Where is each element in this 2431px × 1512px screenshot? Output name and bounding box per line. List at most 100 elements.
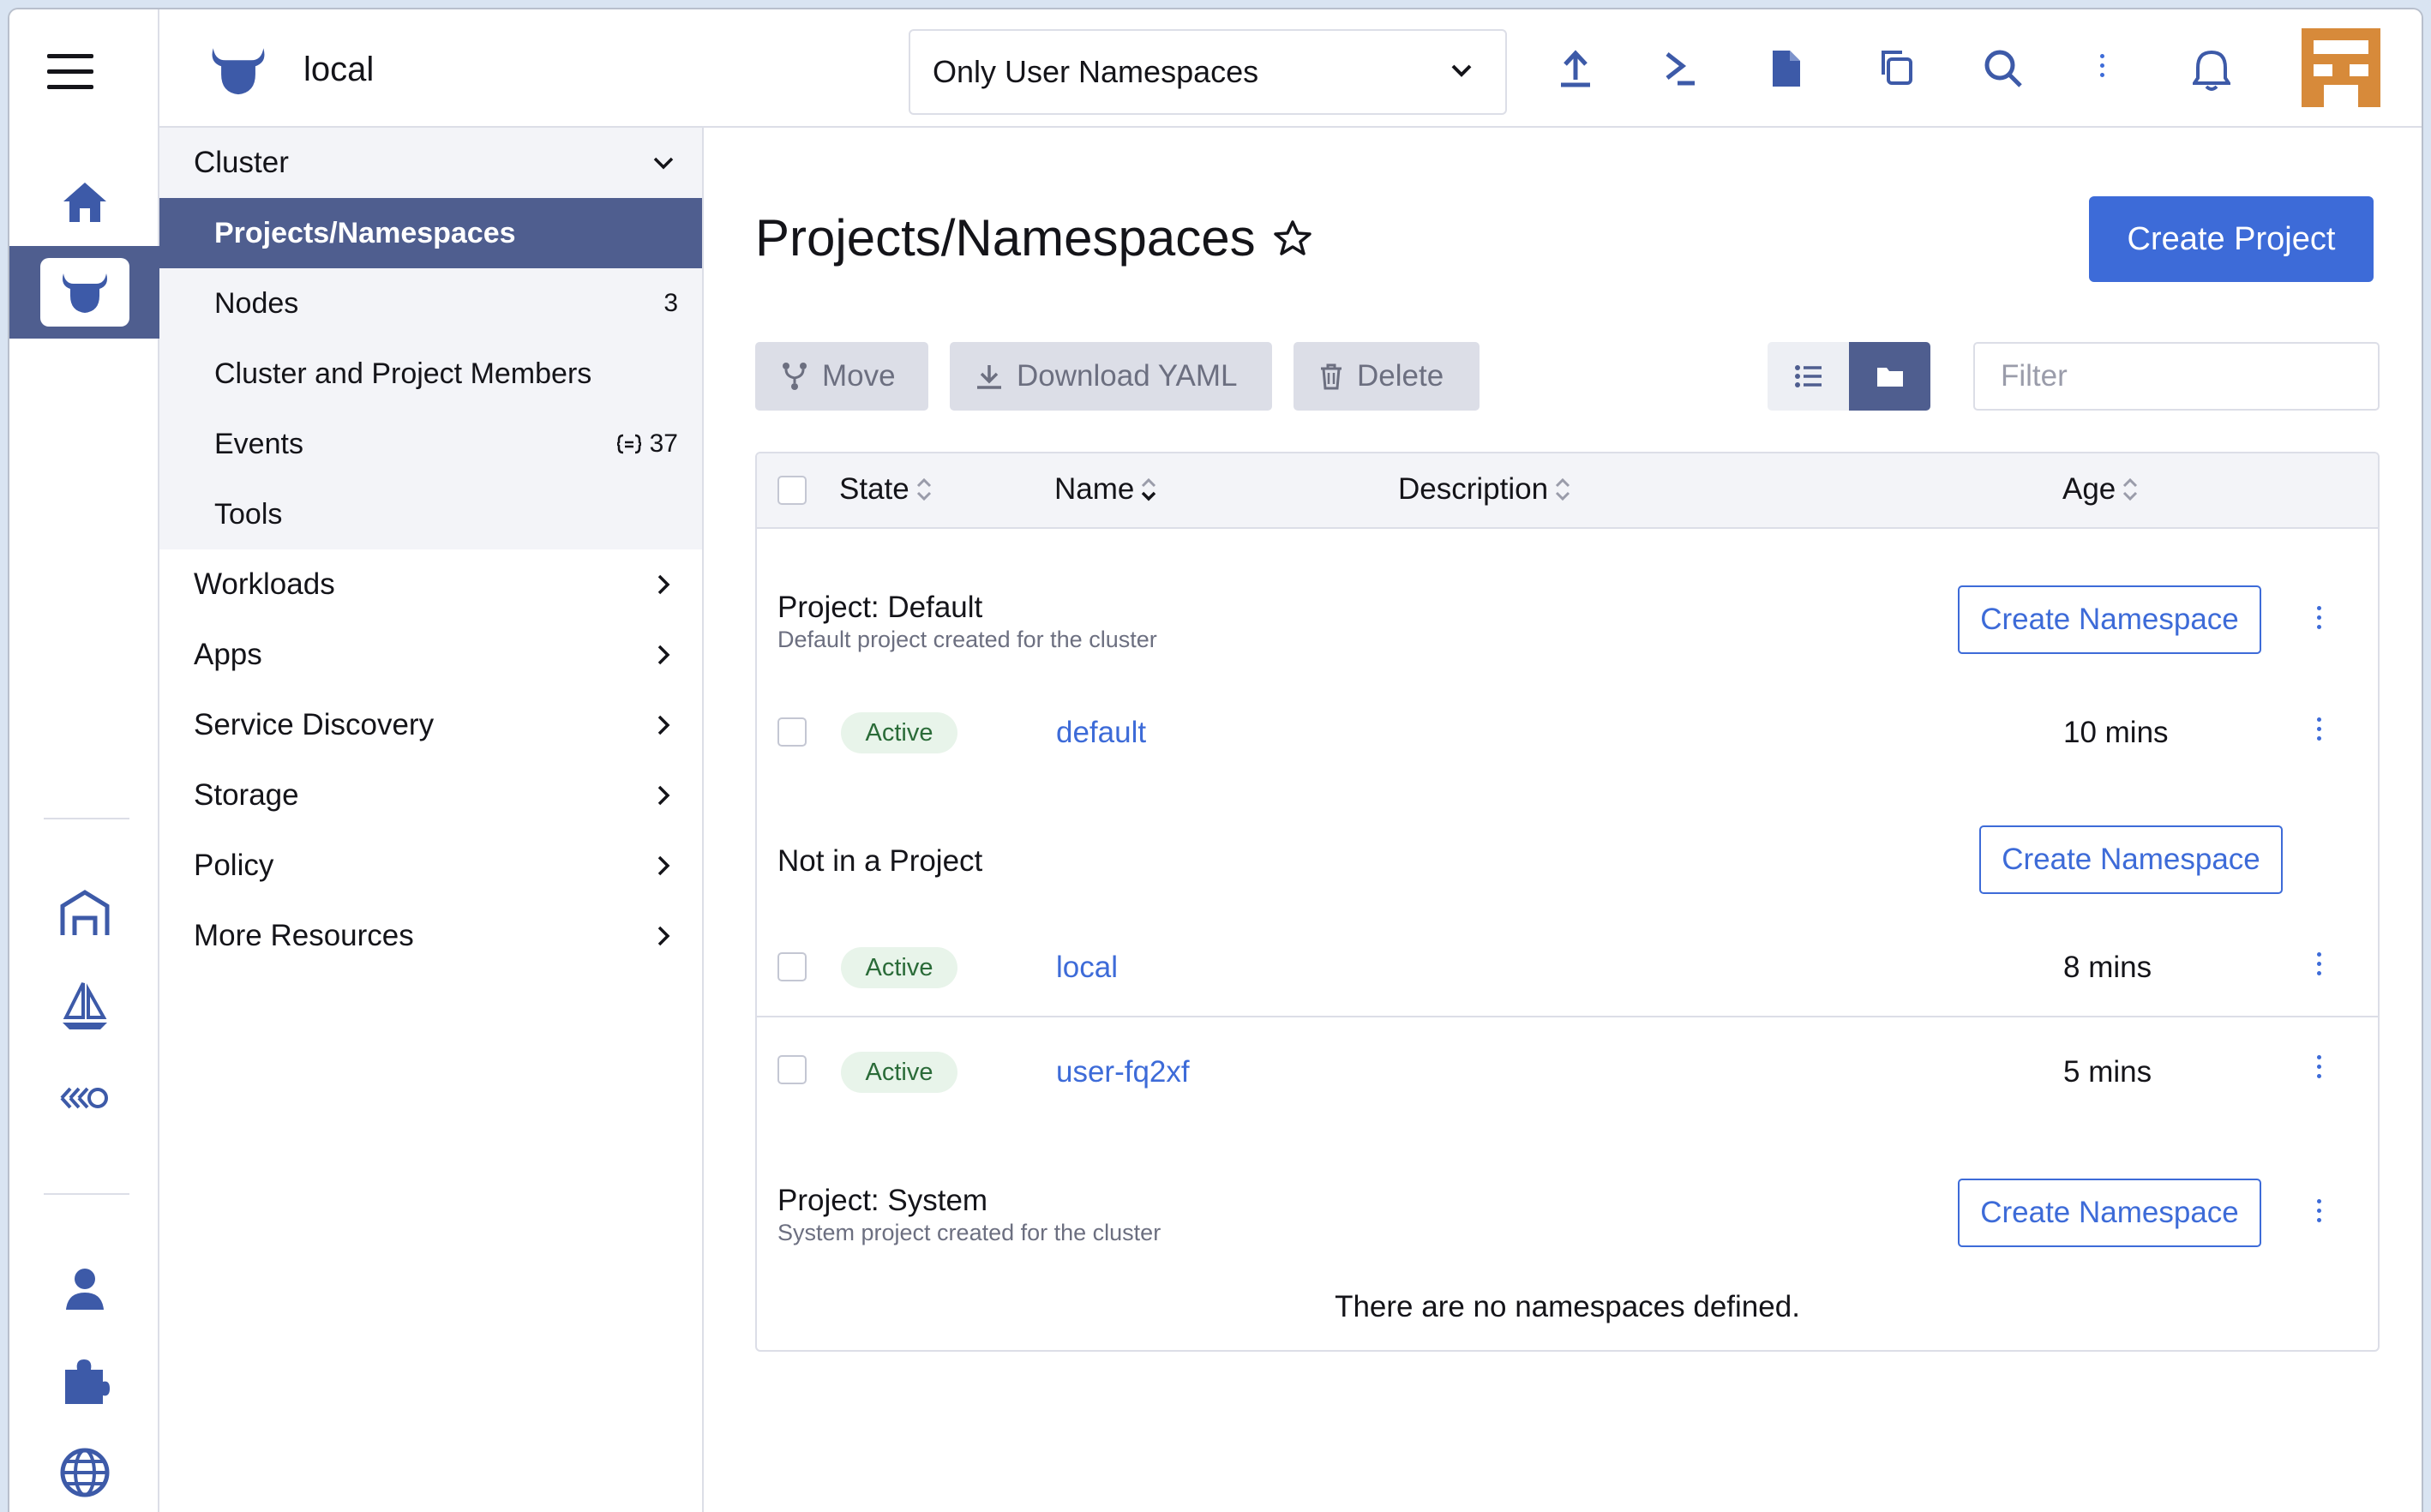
namespaces-table: State Name Description Age Project: Defa… <box>755 452 2380 1352</box>
star-icon[interactable] <box>1273 219 1312 257</box>
kebab-icon[interactable] <box>2317 1199 2324 1227</box>
nav-item-tools[interactable]: Tools <box>159 479 702 549</box>
nav-group-storage[interactable]: Storage <box>159 760 702 831</box>
table-row: Active local 8 mins <box>757 913 2378 1017</box>
group-label: Project: System <box>777 1184 988 1217</box>
chain-icon[interactable] <box>9 1055 159 1141</box>
namespace-link[interactable]: local <box>1056 951 1118 985</box>
column-header-state[interactable]: State <box>839 472 933 507</box>
table-row: Active default 10 mins <box>757 678 2378 783</box>
status-badge: Active <box>841 1052 957 1093</box>
column-label: State <box>839 472 909 506</box>
avatar[interactable] <box>2302 28 2380 107</box>
table-row: Active user-fq2xf 5 mins <box>757 1017 2378 1122</box>
side-nav: Cluster Projects/Namespaces Nodes 3 Clus… <box>159 128 704 1512</box>
column-header-name[interactable]: Name <box>1054 472 1158 507</box>
chevron-right-icon <box>657 715 670 735</box>
bell-icon[interactable] <box>2193 49 2230 92</box>
status-badge: Active <box>841 712 957 753</box>
nav-group-label: Storage <box>194 778 299 812</box>
create-namespace-button[interactable]: Create Namespace <box>1958 585 2261 654</box>
rail-item-cluster[interactable] <box>9 246 159 339</box>
move-button[interactable]: Move <box>755 342 928 411</box>
nav-item-nodes[interactable]: Nodes 3 <box>159 268 702 339</box>
page-title: Projects/Namespaces <box>755 208 1312 267</box>
home-icon[interactable] <box>9 159 159 245</box>
chevron-down-icon <box>653 157 674 170</box>
row-checkbox[interactable] <box>777 717 807 747</box>
list-view-button[interactable] <box>1768 342 1849 411</box>
nav-item-label: Events <box>214 427 303 460</box>
terminal-icon[interactable] <box>1664 49 1696 87</box>
create-namespace-button[interactable]: Create Namespace <box>1958 1179 2261 1247</box>
nav-item-events[interactable]: Events 37 <box>159 409 702 479</box>
nav-group-service-discovery[interactable]: Service Discovery <box>159 690 702 760</box>
nav-group-apps[interactable]: Apps <box>159 620 702 690</box>
namespace-filter-select[interactable]: Only User Namespaces <box>909 29 1507 115</box>
globe-icon[interactable] <box>9 1430 159 1512</box>
filter-input[interactable]: Filter <box>1973 342 2380 411</box>
nav-group-policy[interactable]: Policy <box>159 831 702 901</box>
group-row-project-system: Project: System System project created f… <box>757 1122 2378 1271</box>
nav-item-projects-namespaces[interactable]: Projects/Namespaces <box>159 198 702 268</box>
column-label: Name <box>1054 472 1135 506</box>
create-project-button[interactable]: Create Project <box>2089 196 2374 282</box>
row-checkbox[interactable] <box>777 1055 807 1084</box>
puzzle-icon[interactable] <box>9 1338 159 1424</box>
nav-group-label: Policy <box>194 849 274 882</box>
kebab-icon[interactable] <box>2100 54 2107 82</box>
chevron-right-icon <box>657 574 670 595</box>
kebab-icon[interactable] <box>2317 1055 2324 1083</box>
column-header-age[interactable]: Age <box>2062 472 2140 507</box>
age-value: 8 mins <box>2063 951 2152 984</box>
nav-item-count: 3 <box>663 289 678 317</box>
chevron-right-icon <box>657 855 670 876</box>
warehouse-icon[interactable] <box>9 870 159 956</box>
brackets-icon <box>616 434 641 454</box>
nav-group-cluster: Cluster Projects/Namespaces Nodes 3 Clus… <box>159 128 702 549</box>
folder-icon <box>1876 368 1903 387</box>
empty-row: There are no namespaces defined. <box>757 1271 2378 1347</box>
sort-icon <box>1556 477 1570 501</box>
nav-item-label: Cluster and Project Members <box>214 357 592 390</box>
view-toggle <box>1768 342 1930 411</box>
sailboat-icon[interactable] <box>9 963 159 1048</box>
age-value: 5 mins <box>2063 1055 2152 1089</box>
chevron-down-icon <box>1451 64 1472 77</box>
download-icon <box>977 365 1001 389</box>
search-icon[interactable] <box>1984 49 2023 88</box>
group-row-not-in-project: Not in a Project Create Namespace <box>757 783 2378 913</box>
side-rail <box>9 9 159 1512</box>
nav-item-label: Projects/Namespaces <box>214 216 516 249</box>
delete-button[interactable]: Delete <box>1294 342 1480 411</box>
user-icon[interactable] <box>9 1246 159 1332</box>
age-value: 10 mins <box>2063 716 2169 749</box>
file-icon[interactable] <box>1771 49 1802 88</box>
select-all-checkbox[interactable] <box>777 476 807 505</box>
list-icon <box>1794 365 1822 387</box>
kebab-icon[interactable] <box>2317 606 2324 634</box>
nav-item-cluster-project-members[interactable]: Cluster and Project Members <box>159 339 702 409</box>
namespace-link[interactable]: default <box>1056 716 1146 750</box>
kebab-icon[interactable] <box>2317 952 2324 981</box>
upload-icon[interactable] <box>1558 49 1593 88</box>
delete-label: Delete <box>1357 359 1444 393</box>
nav-item-count: 37 <box>616 429 678 459</box>
row-checkbox[interactable] <box>777 952 807 981</box>
download-yaml-button[interactable]: Download YAML <box>950 342 1272 411</box>
column-header-description[interactable]: Description <box>1398 472 1572 507</box>
group-row-project-default: Project: Default Default project created… <box>757 529 2378 678</box>
nav-group-label: Apps <box>194 638 262 671</box>
kebab-icon[interactable] <box>2317 717 2324 746</box>
copy-icon[interactable] <box>1878 49 1912 85</box>
empty-message: There are no namespaces defined. <box>1335 1290 1800 1323</box>
create-namespace-button[interactable]: Create Namespace <box>1979 825 2283 894</box>
nav-item-label: Tools <box>214 497 283 531</box>
hamburger-icon[interactable] <box>47 54 93 90</box>
group-view-button[interactable] <box>1849 342 1930 411</box>
namespace-link[interactable]: user-fq2xf <box>1056 1055 1190 1089</box>
nav-group-workloads[interactable]: Workloads <box>159 549 702 620</box>
column-label: Description <box>1398 472 1549 506</box>
nav-group-header-cluster[interactable]: Cluster <box>159 128 702 198</box>
nav-group-more-resources[interactable]: More Resources <box>159 901 702 971</box>
